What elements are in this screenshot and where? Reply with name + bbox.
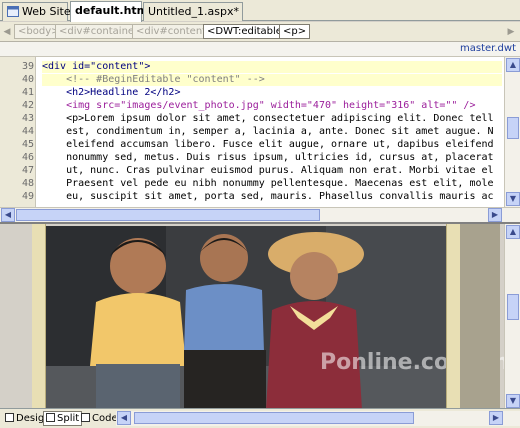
code-line[interactable]: <div id="content"> xyxy=(42,61,502,73)
document-tabs: Web Site default.htm Untitled_1.aspx* xyxy=(0,0,520,22)
scroll-down-icon[interactable]: ▼ xyxy=(506,394,520,408)
scroll-thumb[interactable] xyxy=(507,294,519,320)
line-number: 48 xyxy=(21,178,34,189)
tab-untitled-aspx[interactable]: Untitled_1.aspx* xyxy=(143,2,243,21)
scroll-thumb[interactable] xyxy=(16,209,320,221)
line-number: 41 xyxy=(21,87,34,98)
scroll-up-icon[interactable]: ▲ xyxy=(506,58,520,72)
event-photo[interactable] xyxy=(46,226,446,408)
tab-web-site[interactable]: Web Site xyxy=(2,2,71,21)
scroll-thumb[interactable] xyxy=(507,117,519,139)
code-line[interactable]: <!-- #BeginEditable "content" --> xyxy=(42,74,502,86)
code-view-button[interactable]: Code xyxy=(78,411,121,426)
design-view-icon xyxy=(5,413,14,422)
code-line[interactable]: Praesent vel pede eu nibh nonummy pellen… xyxy=(42,178,502,190)
master-page-link[interactable]: master.dwt xyxy=(460,43,516,54)
page-background xyxy=(460,224,500,408)
tab-label: default.htm xyxy=(75,4,149,17)
scroll-right-icon[interactable]: ▶ xyxy=(489,411,503,425)
page-border-left xyxy=(32,224,46,408)
chevron-right-icon[interactable]: ▶ xyxy=(506,25,516,39)
code-horizontal-scrollbar[interactable]: ◀ ▶ xyxy=(0,207,520,222)
split-label: Split xyxy=(57,413,80,424)
breadcrumb-p[interactable]: <p> xyxy=(279,24,311,39)
line-number: 49 xyxy=(21,191,34,202)
line-number: 47 xyxy=(21,165,34,176)
design-horizontal-scrollbar[interactable]: ◀ ▶ xyxy=(116,411,520,426)
view-switcher-bar: Design Split Code ◀ ▶ xyxy=(0,408,520,428)
split-view-icon xyxy=(46,413,55,422)
scroll-thumb[interactable] xyxy=(134,412,414,424)
code-line[interactable]: <h2>Headline 2</h2> xyxy=(42,87,502,99)
code-line[interactable]: nonummy sed, metus. Duis risus ipsum, ul… xyxy=(42,152,502,164)
code-line[interactable]: eu, suscipit sit amet, porta sed, mauris… xyxy=(42,191,502,203)
page-border-right xyxy=(446,224,460,408)
scroll-left-icon[interactable]: ◀ xyxy=(1,208,15,222)
line-number: 39 xyxy=(21,61,34,72)
line-number: 40 xyxy=(21,74,34,85)
code-vertical-scrollbar[interactable]: ▲ ▼ xyxy=(504,57,520,207)
website-icon xyxy=(7,5,19,17)
code-view-icon xyxy=(81,413,90,422)
code-line[interactable]: <p>Lorem ipsum dolor sit amet, consectet… xyxy=(42,113,502,125)
scroll-down-icon[interactable]: ▼ xyxy=(506,192,520,206)
master-page-bar: master.dwt xyxy=(0,42,520,57)
chevron-left-icon[interactable]: ◀ xyxy=(2,25,12,39)
code-line[interactable]: eleifend accumsan libero. Fusce elit aug… xyxy=(42,139,502,151)
code-line[interactable]: <img src="images/event_photo.jpg" width=… xyxy=(42,100,502,112)
line-number: 45 xyxy=(21,139,34,150)
tab-default-htm[interactable]: default.htm xyxy=(70,1,148,22)
tab-label: Untitled_1.aspx* xyxy=(148,5,239,18)
design-vertical-scrollbar[interactable]: ▲ ▼ xyxy=(504,224,520,408)
code-label: Code xyxy=(92,413,118,424)
line-number: 44 xyxy=(21,126,34,137)
code-view[interactable]: 39 40 41 42 43 44 45 46 47 48 49 <div id… xyxy=(0,57,520,207)
design-view[interactable]: Ponline.com.cn ▲ ▼ xyxy=(0,222,520,408)
code-line[interactable]: ut, nunc. Cras pulvinar euismod purus. A… xyxy=(42,165,502,177)
tag-selector-bar: ◀ <body> <div#container> <div#content> <… xyxy=(0,22,520,42)
code-line[interactable]: est, condimentum in, semper a, lacinia a… xyxy=(42,126,502,138)
line-number-gutter: 39 40 41 42 43 44 45 46 47 48 49 xyxy=(0,57,36,207)
scroll-up-icon[interactable]: ▲ xyxy=(506,225,520,239)
scroll-left-icon[interactable]: ◀ xyxy=(117,411,131,425)
scroll-right-icon[interactable]: ▶ xyxy=(488,208,502,222)
line-number: 43 xyxy=(21,113,34,124)
line-number: 42 xyxy=(21,100,34,111)
split-view-button[interactable]: Split xyxy=(43,411,83,426)
tab-label: Web Site xyxy=(22,5,71,18)
line-number: 46 xyxy=(21,152,34,163)
